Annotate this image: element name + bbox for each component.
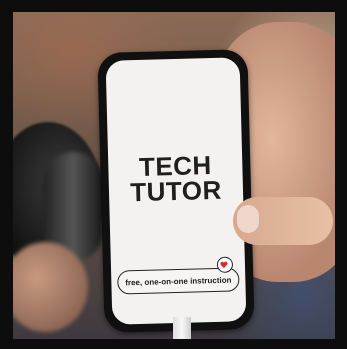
- tagline-text: free, one-on-one instruction: [125, 275, 232, 287]
- image-frame: TECH TUTOR free, one-on-one instruction: [0, 0, 347, 349]
- thumb-nail: [237, 205, 259, 233]
- phone-stand: [173, 317, 191, 339]
- headline: TECH TUTOR: [108, 150, 243, 208]
- phone-screen: TECH TUTOR free, one-on-one instruction: [105, 57, 247, 325]
- smartphone: TECH TUTOR free, one-on-one instruction: [97, 49, 255, 333]
- photo: TECH TUTOR free, one-on-one instruction: [13, 12, 335, 339]
- headline-line-2: TUTOR: [129, 174, 223, 208]
- heart-icon: [220, 261, 228, 268]
